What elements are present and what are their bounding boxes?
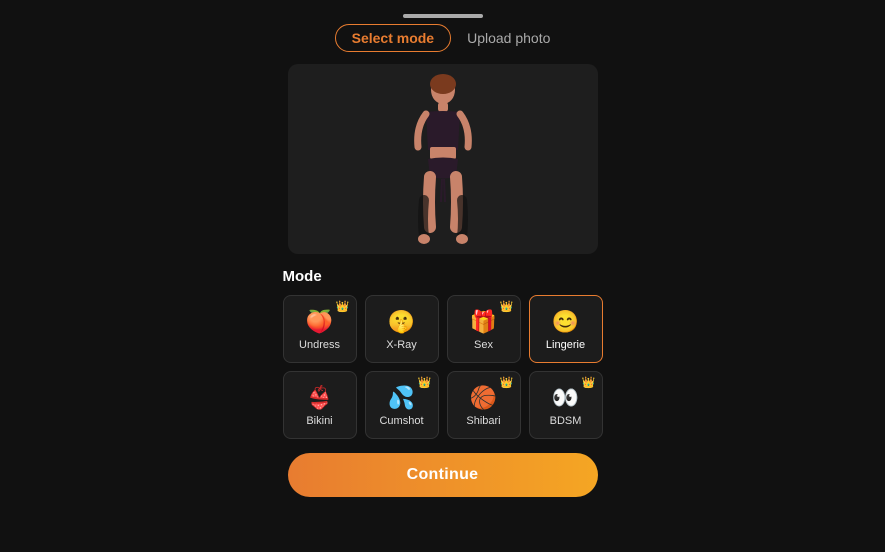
mode-card-bikini[interactable]: 👙 Bikini bbox=[283, 371, 357, 439]
mode-card-label-bikini: Bikini bbox=[306, 415, 332, 427]
mode-grid: 👑🍑Undress🤫X-Ray👑🎁Sex😊Lingerie👙Bikini👑💦Cu… bbox=[283, 295, 603, 439]
mode-card-sex[interactable]: 👑🎁 Sex bbox=[447, 295, 521, 363]
mode-card-undress[interactable]: 👑🍑 Undress bbox=[283, 295, 357, 363]
mode-emoji-xray: 🤫 bbox=[388, 309, 415, 335]
tab-select-mode[interactable]: Select mode bbox=[335, 24, 451, 52]
crown-icon-sex: 👑 bbox=[500, 300, 514, 313]
mode-card-label-xray: X-Ray bbox=[386, 339, 417, 351]
progress-bar-area bbox=[0, 0, 885, 24]
crown-icon-shibari: 👑 bbox=[500, 376, 514, 389]
mode-emoji-cumshot: 💦 bbox=[388, 385, 415, 411]
mode-card-label-lingerie: Lingerie bbox=[546, 339, 585, 351]
crown-icon-undress: 👑 bbox=[336, 300, 350, 313]
mode-card-label-cumshot: Cumshot bbox=[379, 415, 423, 427]
tab-bar: Select mode Upload photo bbox=[335, 24, 551, 52]
mode-card-cumshot[interactable]: 👑💦 Cumshot bbox=[365, 371, 439, 439]
tab-upload-photo[interactable]: Upload photo bbox=[467, 30, 550, 46]
mode-card-xray[interactable]: 🤫 X-Ray bbox=[365, 295, 439, 363]
mode-section: Mode 👑🍑Undress🤫X-Ray👑🎁Sex😊Lingerie👙Bikin… bbox=[283, 268, 603, 453]
crown-icon-cumshot: 👑 bbox=[418, 376, 432, 389]
progress-bar bbox=[403, 14, 483, 18]
mode-card-label-undress: Undress bbox=[299, 339, 340, 351]
mode-card-label-bdsm: BDSM bbox=[550, 415, 582, 427]
mode-emoji-shibari: 🏀 bbox=[470, 385, 497, 411]
mode-card-bdsm[interactable]: 👑👀 BDSM bbox=[529, 371, 603, 439]
figure-illustration bbox=[398, 72, 488, 247]
image-preview bbox=[288, 64, 598, 254]
mode-emoji-bikini: 👙 bbox=[306, 385, 333, 411]
mode-card-lingerie[interactable]: 😊 Lingerie bbox=[529, 295, 603, 363]
mode-card-label-sex: Sex bbox=[474, 339, 493, 351]
mode-card-label-shibari: Shibari bbox=[466, 415, 500, 427]
mode-label: Mode bbox=[283, 268, 603, 285]
crown-icon-bdsm: 👑 bbox=[582, 376, 596, 389]
continue-button[interactable]: Continue bbox=[288, 453, 598, 497]
mode-emoji-sex: 🎁 bbox=[470, 309, 497, 335]
mode-emoji-bdsm: 👀 bbox=[552, 385, 579, 411]
mode-card-shibari[interactable]: 👑🏀 Shibari bbox=[447, 371, 521, 439]
mode-emoji-undress: 🍑 bbox=[306, 309, 333, 335]
mode-emoji-lingerie: 😊 bbox=[552, 309, 579, 335]
